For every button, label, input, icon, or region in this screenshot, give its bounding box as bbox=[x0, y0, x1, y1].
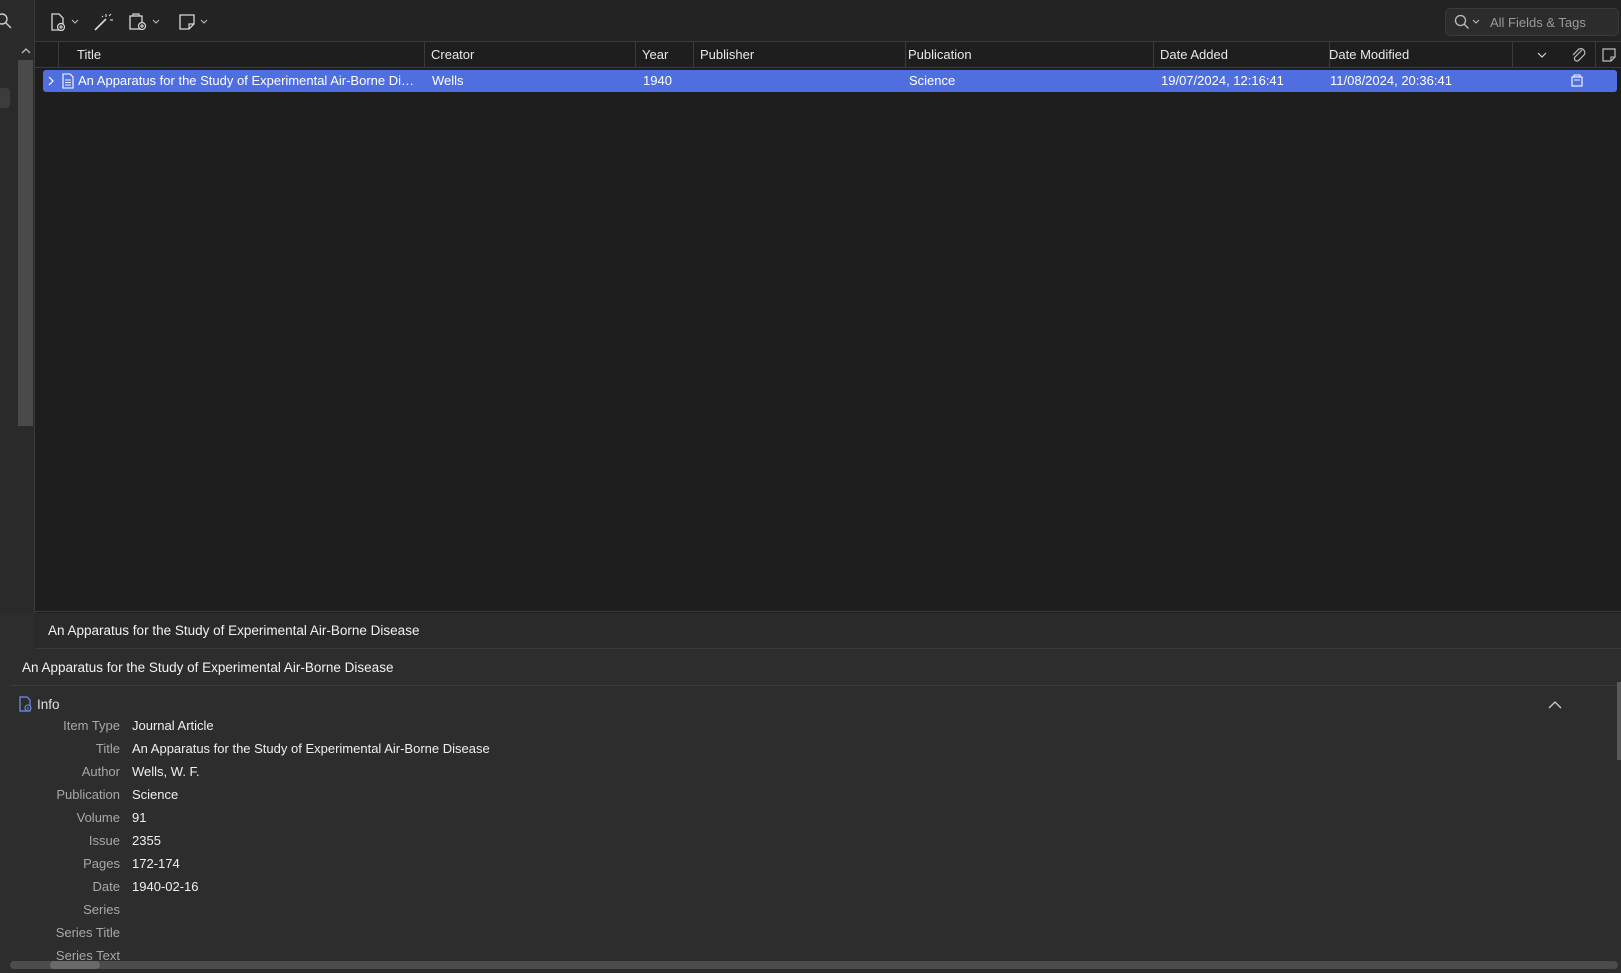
field-value[interactable]: 172-174 bbox=[132, 853, 180, 875]
new-note-icon bbox=[179, 14, 195, 30]
new-note-button[interactable] bbox=[177, 10, 208, 34]
items-column-header: Title Creator Year Publisher Publication… bbox=[35, 42, 1621, 68]
col-twisty bbox=[35, 42, 59, 68]
sort-descending-icon[interactable] bbox=[1537, 52, 1547, 59]
field-label: Series Title bbox=[55, 925, 120, 940]
field-label: Title bbox=[95, 741, 120, 756]
chevron-down-icon[interactable] bbox=[1472, 19, 1480, 25]
field-value[interactable]: 1940-02-16 bbox=[132, 876, 199, 898]
field-label: Publication bbox=[56, 787, 120, 802]
field-label: Date bbox=[92, 879, 120, 894]
item-pane: An Apparatus for the Study of Experiment… bbox=[0, 613, 1621, 973]
chevron-down-icon bbox=[71, 19, 79, 24]
cell-title: An Apparatus for the Study of Experiment… bbox=[78, 73, 418, 88]
field-label: Author bbox=[81, 764, 120, 779]
field-label: Volume bbox=[76, 810, 120, 825]
search-input[interactable]: All Fields & Tags bbox=[1490, 15, 1586, 30]
cell-publisher bbox=[701, 70, 901, 92]
field-value[interactable]: Science bbox=[132, 784, 178, 806]
column-title[interactable]: Title bbox=[70, 42, 425, 68]
column-year[interactable]: Year bbox=[635, 42, 694, 68]
item-pane-scrollbar[interactable] bbox=[1617, 682, 1621, 760]
cell-creator: Wells bbox=[432, 73, 464, 88]
cell-date-modified: 11/08/2024, 20:36:41 bbox=[1330, 73, 1452, 88]
table-row[interactable]: An Apparatus for the Study of Experiment… bbox=[43, 70, 1617, 92]
column-publication[interactable]: Publication bbox=[901, 42, 1154, 68]
field-label: Pages bbox=[83, 856, 120, 871]
field-value[interactable]: 91 bbox=[132, 807, 146, 829]
journal-article-icon bbox=[62, 73, 74, 89]
chevron-right-icon[interactable] bbox=[48, 76, 55, 86]
chevron-down-icon bbox=[152, 19, 160, 24]
add-attachment-button[interactable] bbox=[127, 10, 160, 34]
cell-year: 1940 bbox=[643, 73, 672, 88]
info-document-icon bbox=[19, 696, 32, 712]
field-label: Item Type bbox=[63, 718, 120, 733]
column-divider bbox=[1595, 42, 1596, 68]
info-section-label: Info bbox=[37, 696, 60, 712]
add-by-identifier-button[interactable] bbox=[92, 10, 114, 34]
item-pane-title[interactable]: An Apparatus for the Study of Experiment… bbox=[10, 650, 1621, 686]
notes-column-icon[interactable] bbox=[1600, 46, 1618, 64]
horizontal-scrollbar-thumb[interactable] bbox=[50, 961, 100, 969]
field-value[interactable]: An Apparatus for the Study of Experiment… bbox=[132, 738, 490, 760]
items-list[interactable]: An Apparatus for the Study of Experiment… bbox=[35, 68, 1621, 612]
new-item-button[interactable] bbox=[48, 10, 79, 34]
collection-item[interactable] bbox=[0, 88, 10, 108]
new-item-icon bbox=[51, 13, 66, 32]
field-label: Issue bbox=[88, 833, 120, 848]
column-date-added[interactable]: Date Added bbox=[1153, 42, 1330, 68]
collections-scrollbar[interactable] bbox=[18, 60, 33, 426]
search-box[interactable]: All Fields & Tags bbox=[1445, 8, 1619, 36]
column-publisher[interactable]: Publisher bbox=[693, 42, 906, 68]
main-toolbar: All Fields & Tags bbox=[35, 0, 1621, 42]
cell-publication: Science bbox=[909, 73, 956, 88]
horizontal-scrollbar[interactable] bbox=[10, 961, 1618, 969]
field-label: Series bbox=[83, 902, 120, 917]
magic-wand-icon bbox=[94, 13, 113, 31]
item-pane-header-title: An Apparatus for the Study of Experiment… bbox=[35, 613, 1621, 649]
field-value[interactable]: Journal Article bbox=[132, 715, 214, 737]
chevron-down-icon bbox=[200, 19, 208, 24]
pdf-attachment-icon[interactable] bbox=[1570, 74, 1584, 88]
info-section-header[interactable]: Info bbox=[18, 693, 60, 715]
attachment-column-icon[interactable] bbox=[1570, 46, 1588, 64]
scroll-up-icon[interactable] bbox=[20, 46, 32, 56]
cell-date-added: 19/07/2024, 12:16:41 bbox=[1161, 73, 1284, 88]
chevron-up-icon[interactable] bbox=[1547, 700, 1563, 710]
field-value[interactable]: Wells, W. F. bbox=[132, 761, 200, 783]
column-date-modified[interactable]: Date Modified bbox=[1322, 42, 1513, 68]
column-creator[interactable]: Creator bbox=[424, 42, 636, 68]
search-icon bbox=[1454, 14, 1469, 29]
add-attachment-icon bbox=[129, 13, 147, 31]
search-icon[interactable] bbox=[0, 12, 14, 30]
field-value[interactable]: 2355 bbox=[132, 830, 161, 852]
